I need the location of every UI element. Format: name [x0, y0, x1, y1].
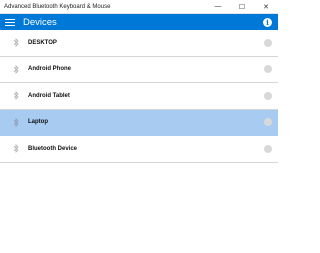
bluetooth-icon — [11, 64, 21, 74]
status-indicator — [264, 38, 272, 47]
status-indicator — [264, 144, 272, 153]
window-titlebar: Advanced Bluetooth Keyboard & Mouse — ☐ … — [0, 0, 278, 14]
app-header: Devices i — [0, 14, 278, 30]
window-title: Advanced Bluetooth Keyboard & Mouse — [4, 3, 111, 10]
device-row-laptop[interactable]: Laptop — [0, 109, 278, 136]
bluetooth-icon — [11, 117, 21, 127]
maximize-button[interactable]: ☐ — [230, 0, 254, 14]
page-title: Devices — [23, 16, 57, 28]
bluetooth-icon — [11, 38, 21, 48]
device-label: DESKTOP — [28, 39, 57, 46]
device-label: Android Tablet — [28, 92, 70, 99]
device-label: Bluetooth Device — [28, 145, 78, 152]
status-indicator — [264, 91, 272, 100]
minimize-button[interactable]: — — [206, 0, 230, 14]
device-label: Laptop — [28, 119, 48, 126]
close-button[interactable]: ✕ — [254, 0, 278, 14]
bluetooth-icon — [11, 144, 21, 154]
device-label: Android Phone — [28, 66, 71, 73]
status-indicator — [264, 118, 272, 127]
bluetooth-icon — [11, 91, 21, 101]
device-row-desktop[interactable]: DESKTOP — [0, 30, 278, 57]
device-row-android-phone[interactable]: Android Phone — [0, 56, 278, 83]
device-row-android-tablet[interactable]: Android Tablet — [0, 83, 278, 110]
status-indicator — [264, 65, 272, 74]
info-icon[interactable]: i — [263, 17, 272, 27]
hamburger-menu-icon[interactable] — [5, 18, 15, 26]
device-row-bluetooth-device[interactable]: Bluetooth Device — [0, 136, 278, 163]
device-list: DESKTOP Android Phone Android Tablet Lap… — [0, 30, 278, 163]
